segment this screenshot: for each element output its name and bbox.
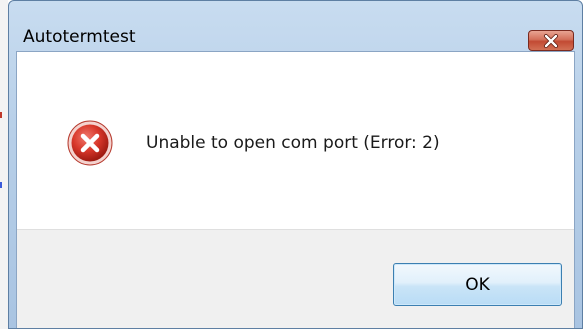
background-marker-red bbox=[0, 112, 2, 118]
background-marker-blue bbox=[0, 182, 2, 188]
error-icon bbox=[67, 120, 113, 166]
button-bar: OK bbox=[17, 229, 574, 328]
dialog-client-area: Unable to open com port (Error: 2) OK bbox=[16, 51, 575, 328]
ok-button[interactable]: OK bbox=[393, 263, 562, 306]
error-message: Unable to open com port (Error: 2) bbox=[146, 133, 440, 153]
background-window-edge bbox=[0, 0, 8, 329]
window-title: Autotermtest bbox=[23, 27, 136, 47]
title-bar[interactable]: Autotermtest bbox=[9, 1, 582, 51]
message-area: Unable to open com port (Error: 2) bbox=[17, 52, 574, 229]
close-button[interactable] bbox=[528, 30, 574, 51]
message-box-window: Autotermtest Unable to open com port (Er… bbox=[8, 0, 583, 329]
close-icon bbox=[544, 33, 558, 48]
